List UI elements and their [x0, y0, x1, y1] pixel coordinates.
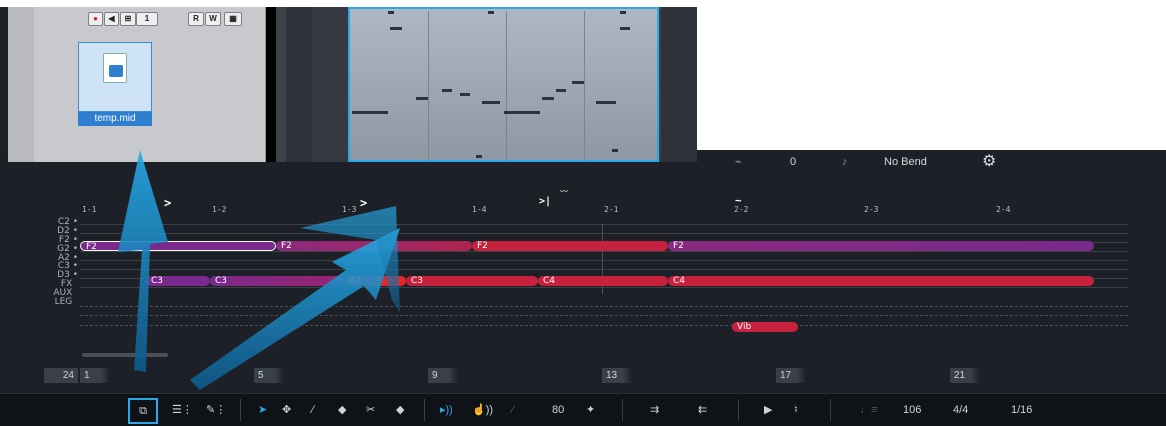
drag-arrow — [190, 228, 400, 390]
drag-arrow — [118, 150, 168, 372]
drag-arrow-annotations — [118, 150, 400, 390]
